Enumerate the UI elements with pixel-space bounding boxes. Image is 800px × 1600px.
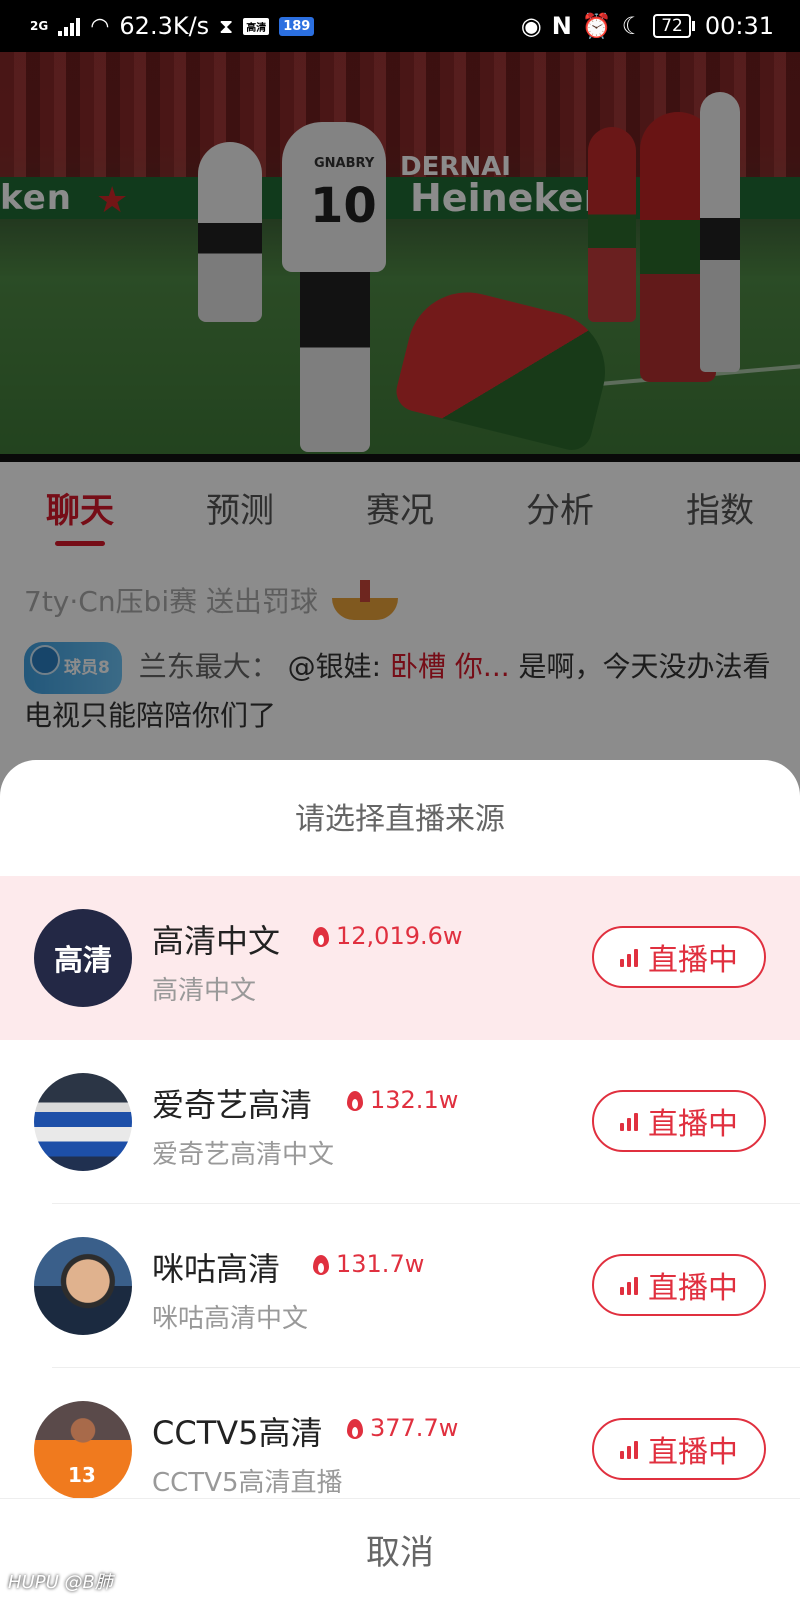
nfc-icon: N — [551, 12, 572, 40]
moon-icon: ☾ — [621, 12, 644, 40]
signal-bars-icon — [620, 1275, 638, 1295]
hourglass-icon: ⧗ — [219, 14, 234, 38]
flame-icon — [346, 1417, 364, 1439]
live-button-label: 直播中 — [648, 1271, 738, 1306]
signal-bars-icon — [620, 947, 638, 967]
watermark: HUPU @B肺 — [8, 1572, 113, 1593]
network-type: 2G — [30, 19, 49, 33]
battery-level: 72 — [653, 14, 691, 38]
carrier-badge: 189 — [279, 16, 315, 36]
source-name: CCTV5高清 — [152, 1414, 323, 1452]
sheet-title: 请选择直播来源 — [295, 802, 505, 837]
source-subtitle: 爱奇艺高清中文 — [152, 1140, 335, 1170]
player-avatar-icon — [34, 1073, 132, 1171]
source-heat-value: 131.7w — [336, 1250, 425, 1278]
coach-avatar-icon — [34, 1237, 132, 1335]
live-button[interactable]: 直播中 — [592, 926, 766, 988]
source-subtitle: 高清中文 — [152, 976, 257, 1006]
source-name: 咪咕高清 — [152, 1250, 281, 1288]
source-name: 爱奇艺高清 — [152, 1086, 313, 1124]
flame-icon — [312, 925, 330, 947]
flame-icon — [346, 1089, 364, 1111]
source-name: 高清中文 — [152, 922, 281, 960]
signal-bars-icon — [620, 1439, 638, 1459]
status-bar: 2G ◠ 62.3K/s ⧗ 高清 189 ◉ N ⏰ ☾ 72 00:31 — [0, 0, 800, 52]
source-heat-value: 12,019.6w — [336, 922, 463, 950]
signal-bars-icon — [620, 1111, 638, 1131]
source-heat: 132.1w — [346, 1086, 458, 1114]
network-speed: 62.3K/s — [119, 12, 210, 40]
source-list: 高清 高清中文 12,019.6w 高清中文 直播中 爱奇艺高清 132.1w … — [0, 876, 800, 1532]
source-subtitle: 咪咕高清中文 — [152, 1304, 309, 1334]
wifi-icon: ◠ — [90, 13, 110, 39]
source-row[interactable]: 高清 高清中文 12,019.6w 高清中文 直播中 — [0, 876, 800, 1040]
live-button-label: 直播中 — [648, 1435, 738, 1470]
jersey-number: 13 — [68, 1463, 96, 1487]
hd-badge: 高清 — [243, 17, 270, 35]
live-button[interactable]: 直播中 — [592, 1090, 766, 1152]
eye-icon: ◉ — [520, 12, 542, 40]
source-subtitle: CCTV5高清直播 — [152, 1468, 343, 1498]
source-heat-value: 132.1w — [370, 1086, 459, 1114]
flame-icon — [312, 1253, 330, 1275]
source-row[interactable]: 咪咕高清 131.7w 咪咕高清中文 直播中 — [0, 1204, 800, 1368]
alarm-icon: ⏰ — [581, 12, 612, 40]
source-heat-value: 377.7w — [370, 1414, 459, 1442]
source-row[interactable]: 爱奇艺高清 132.1w 爱奇艺高清中文 直播中 — [0, 1040, 800, 1204]
source-heat: 377.7w — [346, 1414, 458, 1442]
signal-icon — [58, 16, 81, 36]
player-avatar-icon: 13 — [34, 1401, 132, 1499]
source-picker-sheet: 请选择直播来源 高清 高清中文 12,019.6w 高清中文 直播中 爱奇艺高清… — [0, 760, 800, 1600]
source-heat: 131.7w — [312, 1250, 424, 1278]
battery-icon: 72 — [653, 14, 695, 38]
live-button-label: 直播中 — [648, 943, 738, 978]
live-button-label: 直播中 — [648, 1107, 738, 1142]
cancel-button[interactable]: 取消 — [0, 1498, 800, 1600]
live-button[interactable]: 直播中 — [592, 1418, 766, 1480]
source-heat: 12,019.6w — [312, 922, 463, 950]
source-avatar: 高清 — [34, 909, 132, 1007]
live-button[interactable]: 直播中 — [592, 1254, 766, 1316]
clock: 00:31 — [704, 12, 774, 40]
